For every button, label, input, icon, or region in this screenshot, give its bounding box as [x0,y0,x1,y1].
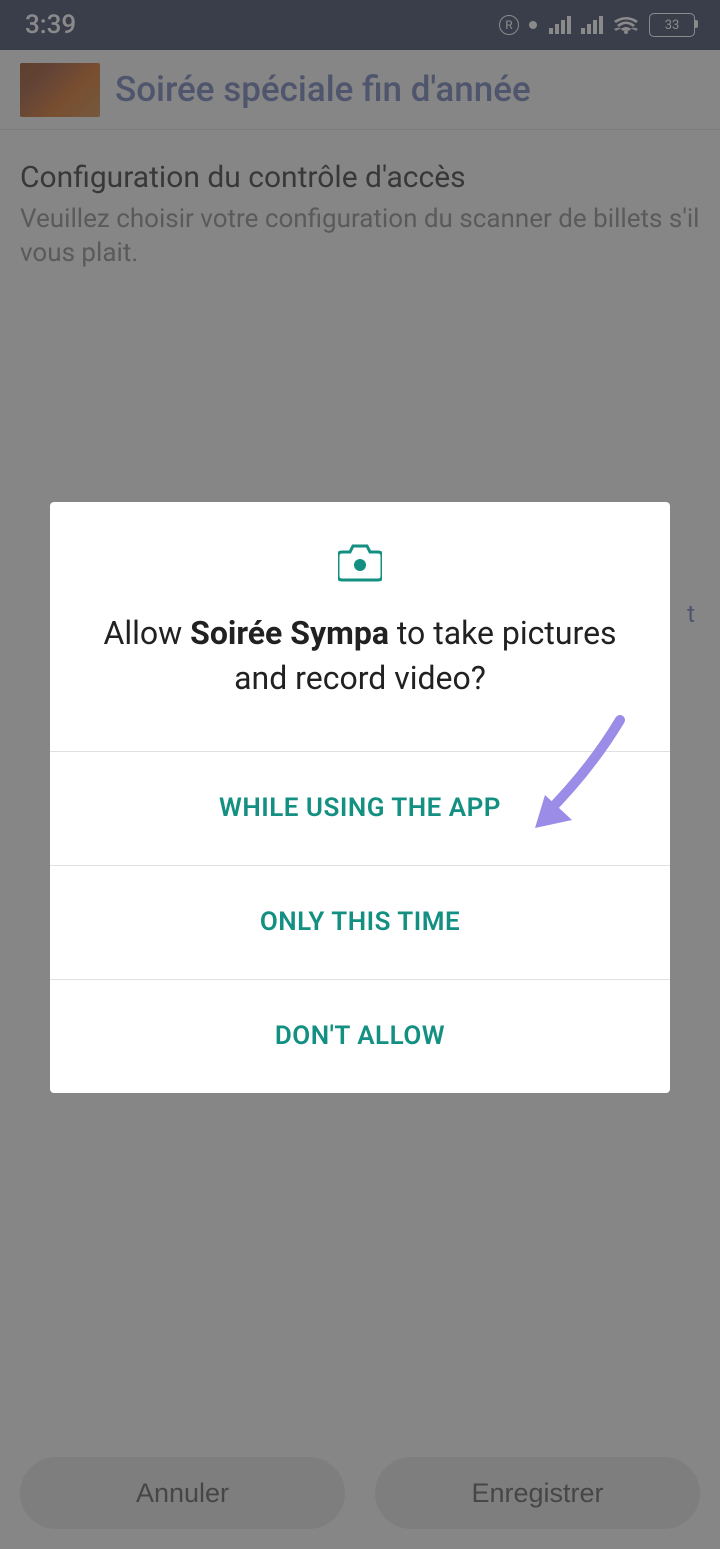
permission-dialog: Allow Soirée Sympa to take pictures and … [50,502,670,1093]
dont-allow-button[interactable]: DON'T ALLOW [50,979,670,1093]
camera-icon [338,542,382,586]
allow-only-this-time-button[interactable]: ONLY THIS TIME [50,865,670,979]
dialog-message: Allow Soirée Sympa to take pictures and … [90,611,630,701]
allow-while-using-button[interactable]: WHILE USING THE APP [50,751,670,865]
dialog-header: Allow Soirée Sympa to take pictures and … [50,502,670,751]
